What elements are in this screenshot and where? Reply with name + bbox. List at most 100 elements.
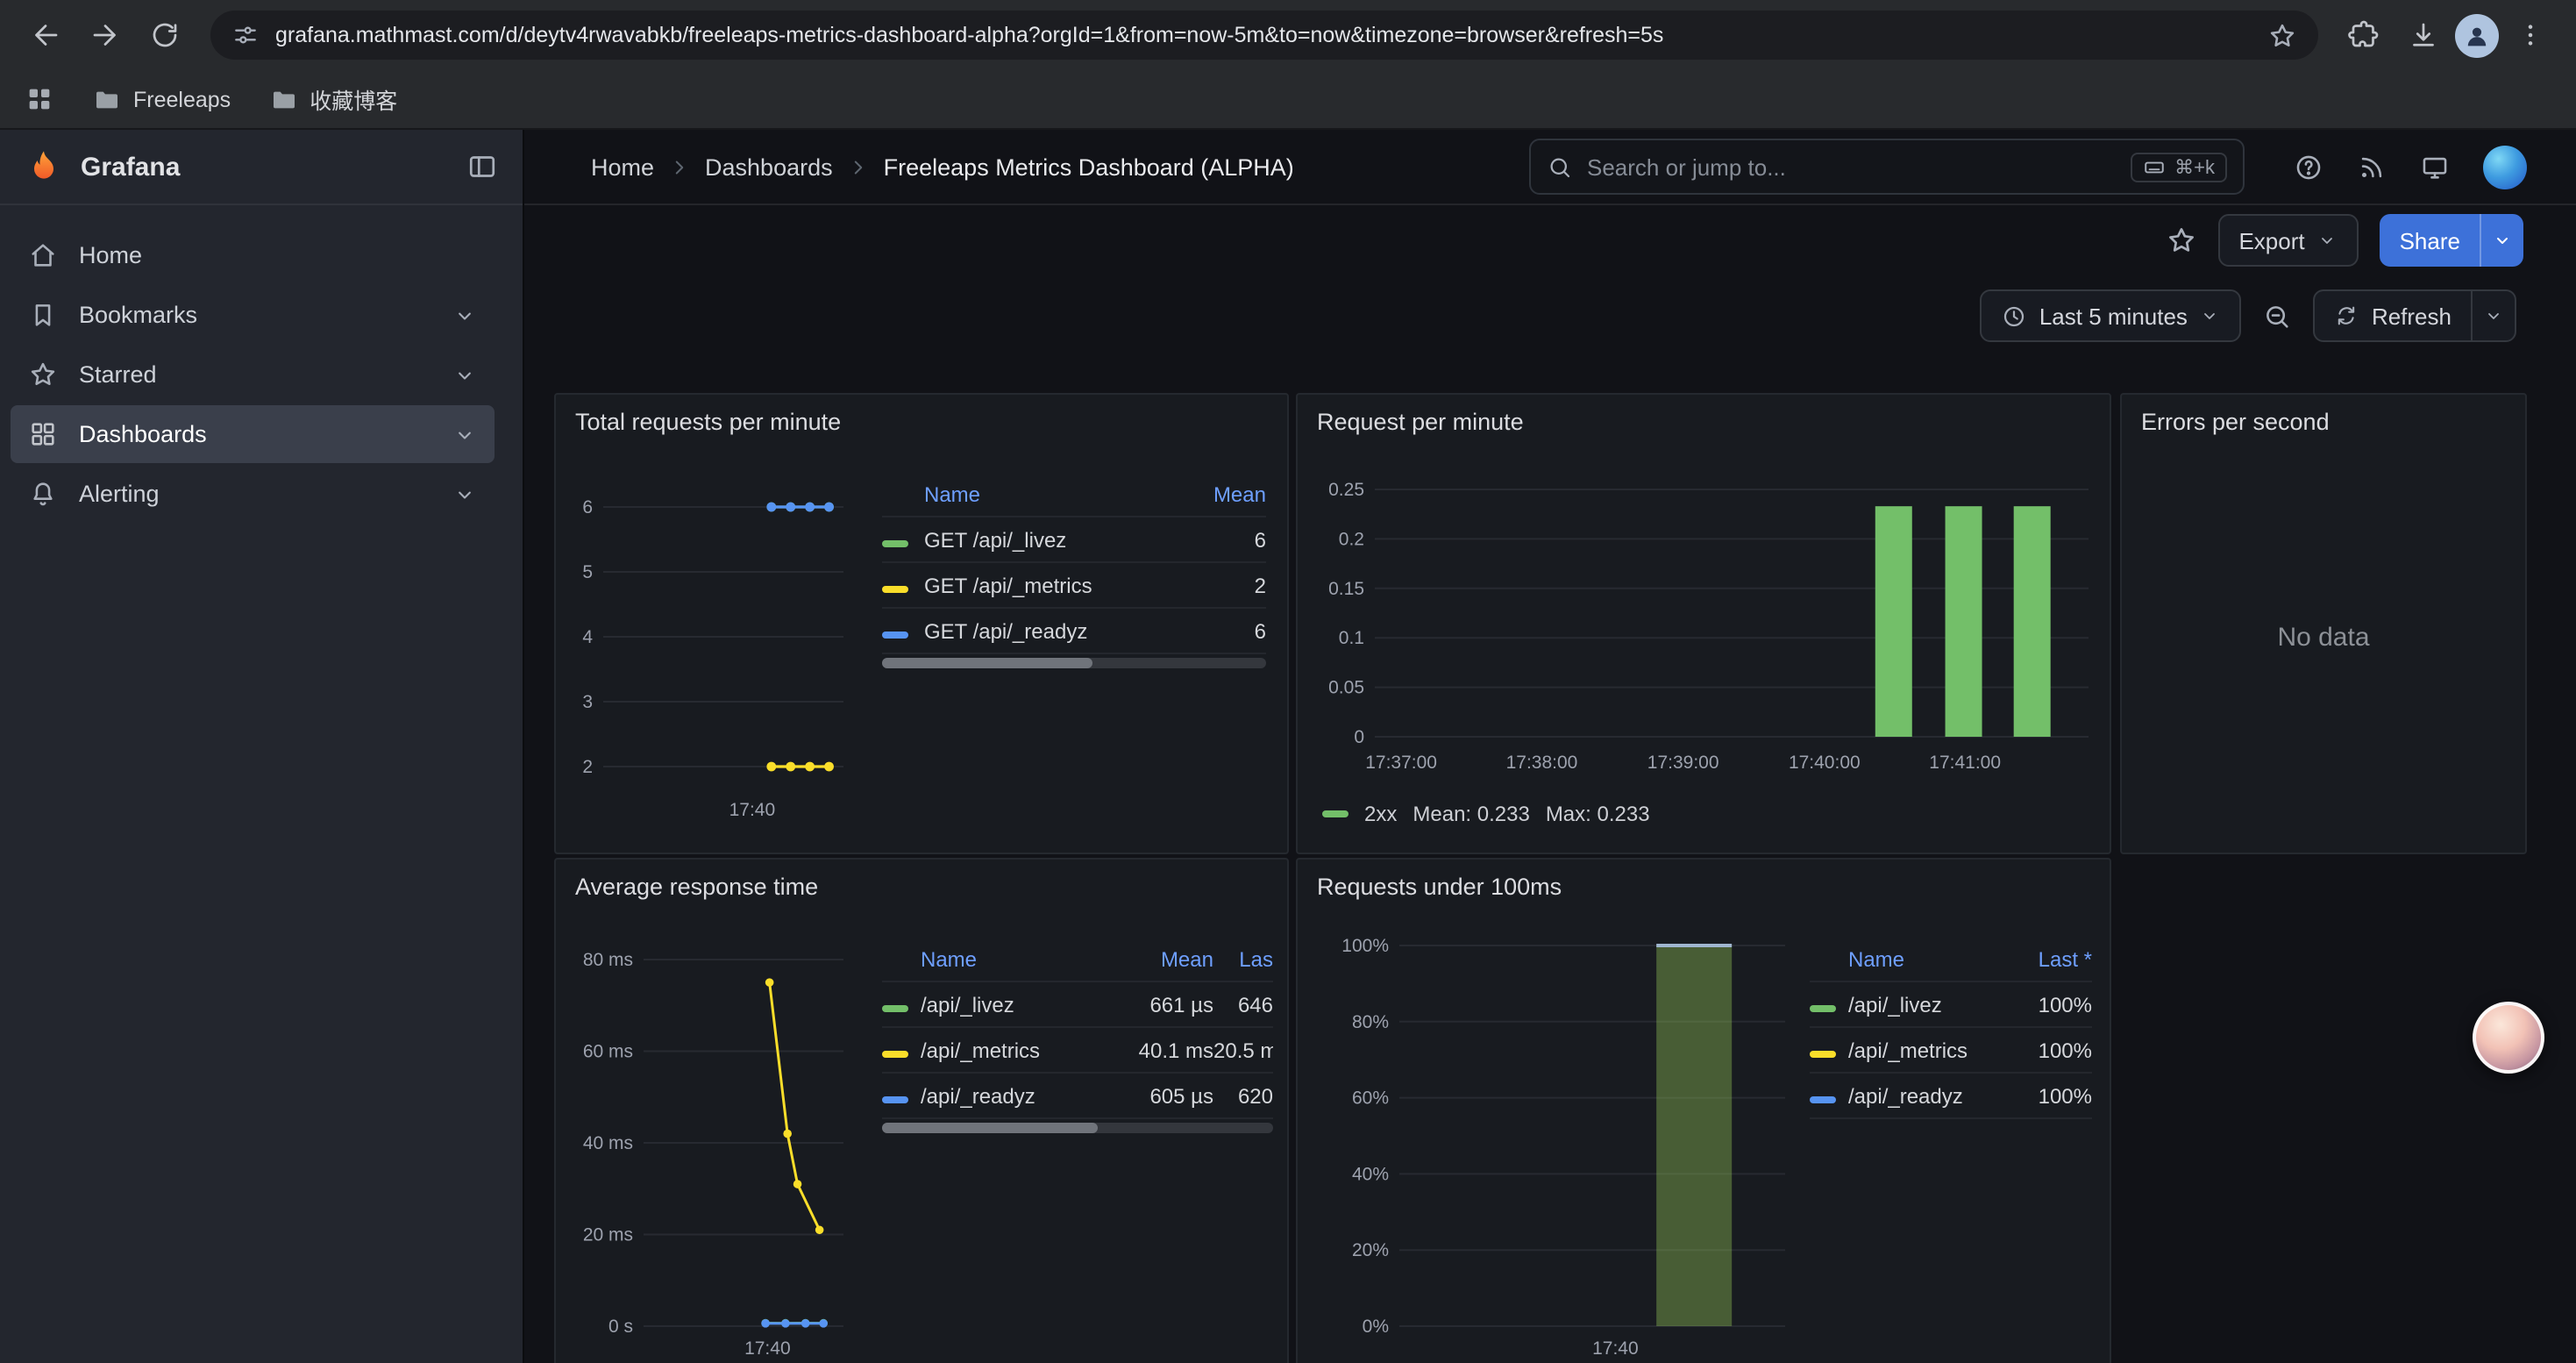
search-input[interactable]: Search or jump to... ⌘+k [1529, 139, 2245, 195]
svg-text:5: 5 [582, 562, 593, 582]
apps-grid-icon[interactable] [25, 84, 54, 114]
total-requests-chart[interactable]: 6543217:40 [566, 458, 868, 833]
series-color-icon [882, 1050, 908, 1057]
panel-title[interactable]: Requests under 100ms [1298, 860, 2110, 912]
puzzle-icon [2348, 19, 2380, 51]
series-color-icon [882, 631, 908, 638]
panel-total-requests: Total requests per minute 6543217:40 Nam… [554, 393, 1289, 854]
sidebar-item-bookmarks[interactable]: Bookmarks [11, 286, 495, 344]
legend-row[interactable]: 2xx Mean: 0.233 Max: 0.233 [1322, 802, 1650, 826]
sidebar-toggle-icon[interactable] [466, 151, 498, 182]
browser-profile-avatar[interactable] [2455, 13, 2499, 57]
grafana-logo[interactable] [25, 147, 63, 186]
grafana-user-avatar[interactable] [2483, 145, 2527, 189]
assistant-avatar-overlay[interactable] [2473, 1002, 2544, 1074]
bookmark-icon [28, 300, 58, 330]
chevron-down-icon [2483, 305, 2504, 326]
screen: grafana.mathmast.com/d/deytv4rwavabkb/fr… [0, 0, 2576, 1363]
breadcrumb-dashboards[interactable]: Dashboards [705, 153, 833, 180]
bookmark-label: 收藏博客 [310, 82, 397, 116]
chevron-down-icon[interactable] [452, 422, 477, 446]
legend-row[interactable]: GET /api/_readyz6 [882, 609, 1266, 654]
back-button[interactable] [18, 7, 74, 63]
help-icon[interactable] [2294, 152, 2323, 182]
panel-title[interactable]: Errors per second [2122, 395, 2525, 447]
series-color-icon [882, 1004, 908, 1011]
chevron-down-icon [2492, 230, 2513, 251]
svg-text:17:39:00: 17:39:00 [1647, 753, 1719, 773]
requests-under-100ms-chart[interactable]: 100%80%60%40%20%0%17:40 [1308, 923, 1817, 1361]
extensions-button[interactable] [2336, 7, 2392, 63]
time-range-picker[interactable]: Last 5 minutes [1980, 289, 2242, 342]
sidebar-item-home[interactable]: Home [11, 226, 495, 284]
svg-text:20 ms: 20 ms [583, 1225, 633, 1245]
forward-button[interactable] [77, 7, 133, 63]
legend-row[interactable]: GET /api/_livez6 [882, 517, 1266, 563]
chevron-down-icon[interactable] [452, 303, 477, 327]
sidebar-item-dashboards[interactable]: Dashboards [11, 405, 495, 463]
chevron-right-icon [847, 155, 870, 178]
series-color-icon [1810, 1004, 1836, 1011]
average-response-time-chart[interactable]: 80 ms60 ms40 ms20 ms0 s17:40 [566, 923, 875, 1363]
legend-row[interactable]: /api/_readyz100% [1810, 1074, 2092, 1119]
svg-text:0.2: 0.2 [1339, 529, 1364, 549]
sidebar-item-alerting[interactable]: Alerting [11, 465, 495, 523]
monitor-icon[interactable] [2420, 152, 2450, 182]
refresh-main[interactable]: Refresh [2314, 289, 2471, 342]
kebab-menu-icon [2516, 21, 2544, 49]
time-controls-bar: Last 5 minutes Refresh [524, 275, 2576, 356]
legend-row[interactable]: /api/_livez100% [1810, 982, 2092, 1028]
svg-text:17:40: 17:40 [744, 1338, 791, 1359]
share-button[interactable]: Share [2380, 214, 2523, 267]
zoom-out-button[interactable] [2256, 289, 2300, 342]
bookmark-star-icon[interactable] [2267, 20, 2297, 50]
legend-scrollbar[interactable] [882, 1123, 1273, 1133]
bookmark-folder-blogs[interactable]: 收藏博客 [269, 82, 397, 116]
chevron-down-icon[interactable] [452, 362, 477, 387]
reload-button[interactable] [137, 7, 193, 63]
search-shortcut: ⌘+k [2131, 152, 2227, 182]
chevron-down-icon [2317, 230, 2338, 251]
export-button[interactable]: Export [2217, 214, 2359, 267]
panel-title[interactable]: Request per minute [1298, 395, 2110, 447]
svg-text:60%: 60% [1352, 1088, 1389, 1109]
svg-text:2: 2 [582, 757, 593, 777]
news-rss-icon[interactable] [2357, 152, 2387, 182]
grafana-sidebar: Grafana Home Bookmarks Starred [0, 130, 524, 1363]
site-settings-icon[interactable] [231, 21, 260, 49]
panel-errors-per-second: Errors per second No data [2120, 393, 2527, 854]
breadcrumb-home[interactable]: Home [591, 153, 654, 180]
legend-header: NameMeanLas [882, 937, 1273, 982]
sidebar-item-starred[interactable]: Starred [11, 346, 495, 403]
panel-title[interactable]: Total requests per minute [556, 395, 1287, 447]
address-bar[interactable]: grafana.mathmast.com/d/deytv4rwavabkb/fr… [210, 11, 2318, 60]
grafana-brand: Grafana [81, 152, 180, 182]
favorite-star-icon[interactable] [2165, 225, 2196, 256]
legend-scrollbar[interactable] [882, 658, 1266, 668]
legend-row[interactable]: GET /api/_metrics2 [882, 563, 1266, 609]
browser-toolbar: grafana.mathmast.com/d/deytv4rwavabkb/fr… [0, 0, 2576, 70]
chevron-down-icon[interactable] [452, 482, 477, 506]
share-label[interactable]: Share [2380, 214, 2480, 267]
legend-row[interactable]: /api/_readyz605 µs620 [882, 1074, 1273, 1119]
legend-row[interactable]: /api/_livez661 µs646 [882, 982, 1273, 1028]
legend-row[interactable]: /api/_metrics40.1 ms20.5 m [882, 1028, 1273, 1074]
svg-text:80%: 80% [1352, 1012, 1389, 1032]
share-menu-button[interactable] [2480, 214, 2523, 267]
bookmark-folder-freeleaps[interactable]: Freeleaps [93, 85, 231, 113]
refresh-interval-button[interactable] [2471, 289, 2516, 342]
series-color-icon [1810, 1095, 1836, 1103]
browser-menu-button[interactable] [2502, 7, 2558, 63]
scrollbar-thumb[interactable] [882, 1123, 1097, 1133]
downloads-button[interactable] [2395, 7, 2451, 63]
series-color-icon [1322, 810, 1348, 817]
url-text: grafana.mathmast.com/d/deytv4rwavabkb/fr… [275, 23, 2252, 47]
home-icon [28, 240, 58, 270]
panel-title[interactable]: Average response time [556, 860, 1287, 912]
refresh-button[interactable]: Refresh [2314, 289, 2516, 342]
scrollbar-thumb[interactable] [882, 658, 1093, 668]
legend-stat-max: Max: 0.233 [1546, 802, 1650, 826]
legend-row[interactable]: /api/_metrics100% [1810, 1028, 2092, 1074]
bookmarks-bar: Freeleaps 收藏博客 [0, 70, 2576, 130]
request-per-minute-chart[interactable]: 0.250.20.150.10.05017:37:0017:38:0017:39… [1308, 454, 2099, 805]
